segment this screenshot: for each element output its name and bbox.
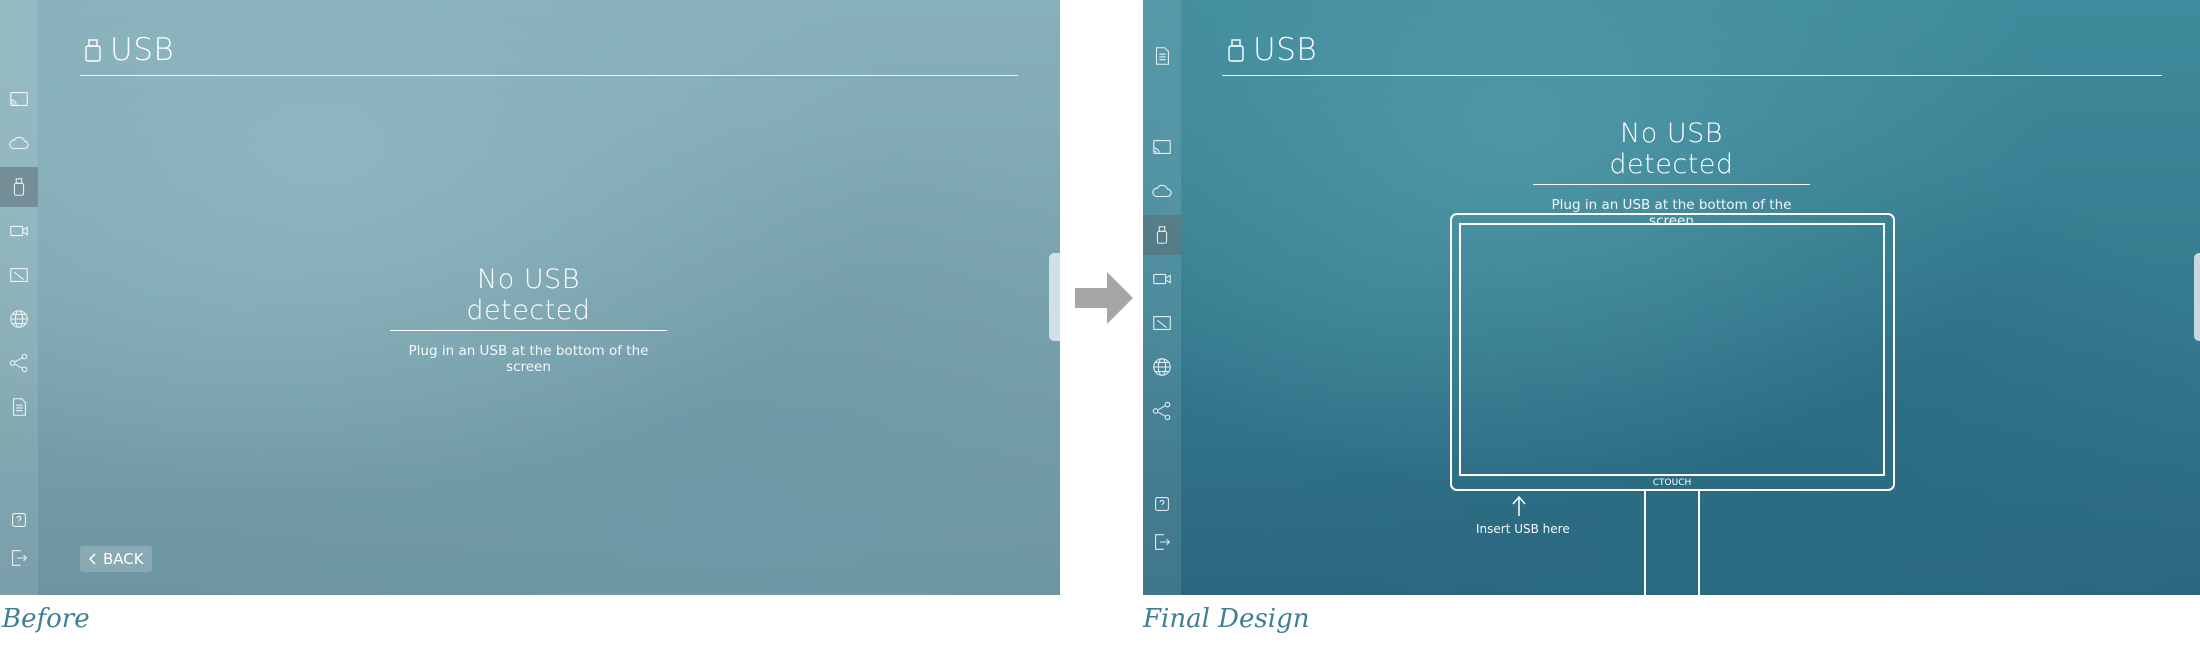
monitor-illustration: CTOUCH — [1450, 213, 1895, 595]
usb-icon — [85, 39, 101, 62]
share-icon[interactable] — [0, 343, 38, 383]
title-divider — [80, 75, 1018, 76]
empty-state: No USB detected Plug in an USB at the bo… — [390, 264, 667, 375]
page-title: USB — [84, 32, 174, 68]
side-panel-handle[interactable] — [2194, 253, 2200, 341]
cast-icon[interactable] — [0, 79, 38, 119]
before-screen: USB No USB detected Plug in an USB at th… — [0, 0, 1060, 595]
empty-state-subtitle: Plug in an USB at the bottom of the scre… — [408, 343, 649, 375]
after-screen: USB No USB detected Plug in an USB at th… — [1143, 0, 2200, 595]
back-button-label: BACK — [103, 550, 144, 568]
cloud-icon[interactable] — [0, 123, 38, 163]
monitor-screen — [1459, 223, 1885, 476]
exit-icon[interactable] — [0, 538, 38, 578]
page-title-text: USB — [110, 32, 175, 68]
after-caption: Final Design — [1143, 604, 1310, 634]
help-icon[interactable] — [0, 500, 38, 540]
before-caption: Before — [2, 604, 90, 634]
monitor-frame — [1450, 213, 1895, 491]
usb-icon[interactable] — [0, 167, 38, 207]
whiteboard-icon[interactable] — [0, 255, 38, 295]
transition-arrow-icon — [1075, 272, 1133, 324]
empty-state-title: No USB detected — [390, 264, 667, 331]
back-button[interactable]: BACK — [80, 546, 152, 572]
globe-icon[interactable] — [0, 299, 38, 339]
camera-icon[interactable] — [0, 211, 38, 251]
side-panel-handle[interactable] — [1049, 253, 1060, 341]
document-icon[interactable] — [0, 387, 38, 427]
insert-usb-hint: Insert USB here — [1476, 522, 1570, 536]
chevron-left-icon — [88, 553, 96, 565]
monitor-brand: CTOUCH — [1653, 478, 1692, 488]
sidebar — [0, 0, 38, 595]
